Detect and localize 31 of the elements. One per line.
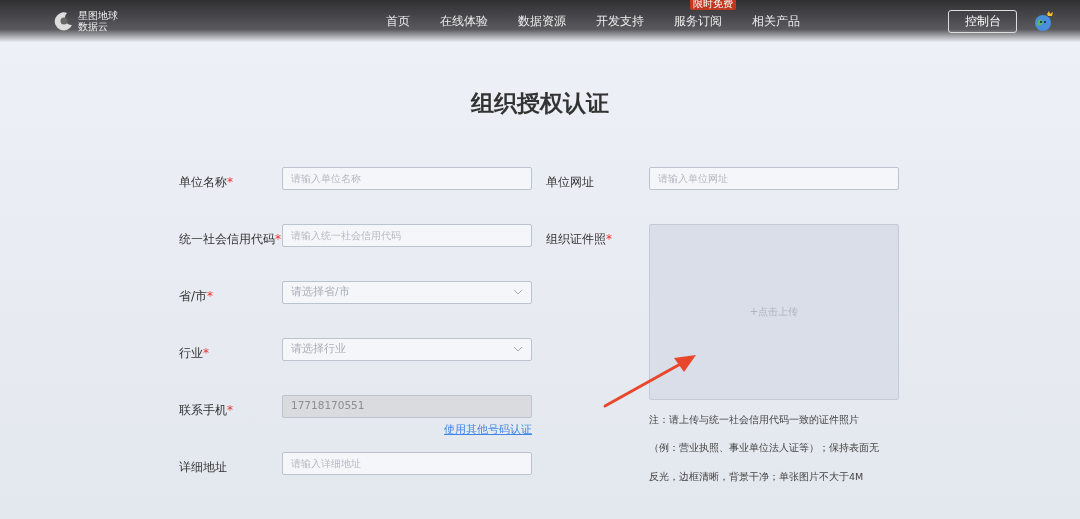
nav-link[interactable]: 相关产品 — [752, 13, 800, 31]
required-mark: * — [227, 174, 233, 189]
required-mark: * — [227, 402, 233, 417]
field-label: 行业 — [179, 345, 203, 360]
nav-link[interactable]: 开发支持 — [596, 13, 644, 31]
required-mark: * — [203, 345, 209, 360]
note-text: 注：请上传与统一社会信用代码一致的证件照片 — [649, 412, 860, 427]
logo-icon — [52, 10, 74, 32]
nav-link[interactable]: 在线体验 — [440, 13, 488, 31]
chevron-down-icon — [513, 346, 523, 352]
required-mark: * — [207, 288, 214, 303]
field-label: 单位网址 — [546, 174, 594, 189]
field-label: 组织证件照 — [546, 231, 606, 246]
field-label: 省/市 — [179, 288, 208, 303]
phone-field: 17718170551 — [282, 394, 532, 418]
field-label: 详细地址 — [179, 459, 227, 474]
required-mark: * — [606, 231, 612, 246]
note-text: （例：营业执照、事业单位法人证等）；保持表面无 — [649, 441, 880, 455]
required-mark: * — [275, 231, 281, 246]
chevron-down-icon — [513, 289, 523, 295]
nav-link[interactable]: 服务订阅 — [674, 13, 722, 31]
note-text: 反光，边框清晰，背景干净；单张图片不大于4M — [649, 469, 865, 484]
nav-link[interactable]: 首页 — [386, 13, 410, 31]
page-title: 组织授权认证 — [470, 89, 610, 118]
field-label: 联系手机 — [179, 402, 227, 417]
globe-mascot-icon[interactable] — [1033, 10, 1055, 32]
logo-text: 星图地球 数据云 — [78, 10, 118, 32]
field-label: 单位名称 — [179, 174, 227, 189]
console-button[interactable]: 控制台 — [948, 9, 1017, 33]
field-label: 统一社会信用代码 — [179, 231, 275, 246]
nav-link[interactable]: 数据资源 — [518, 13, 566, 31]
